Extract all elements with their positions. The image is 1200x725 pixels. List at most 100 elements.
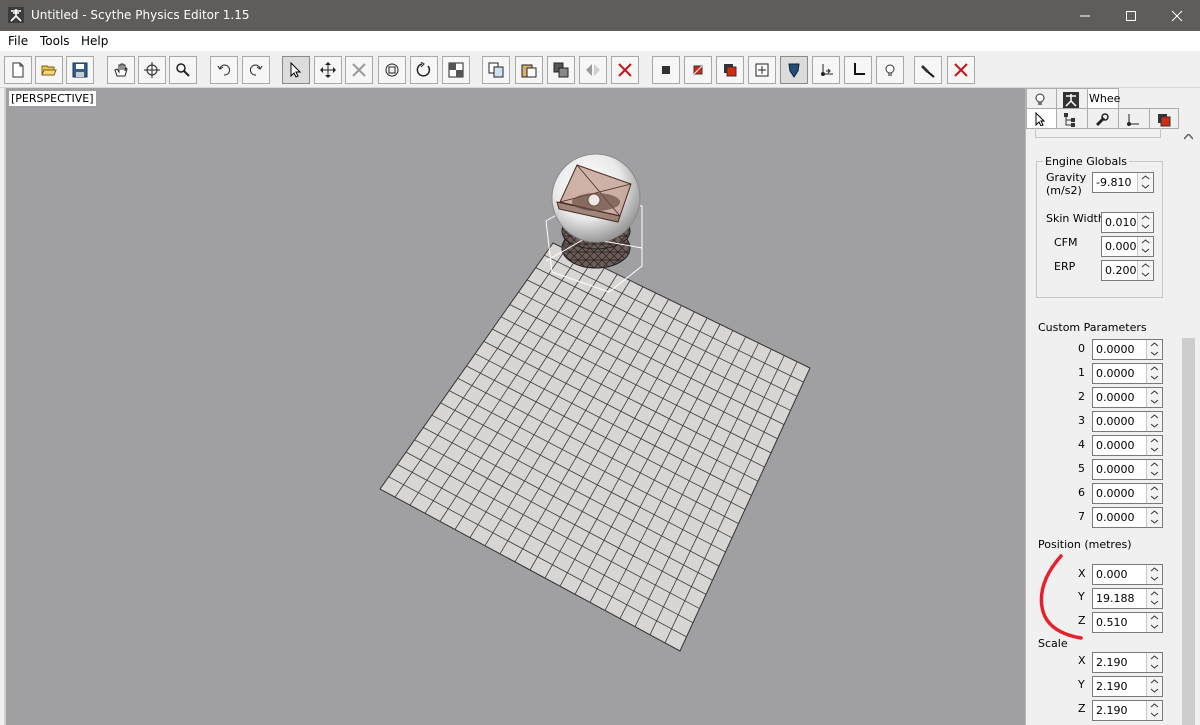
custom-param-field[interactable]: 0.0000 bbox=[1092, 435, 1163, 456]
anchor-tool-button[interactable] bbox=[780, 56, 808, 84]
spin-down-icon[interactable] bbox=[1141, 182, 1150, 191]
position-x-field[interactable]: 0.000 bbox=[1092, 564, 1163, 585]
position-z-field[interactable]: 0.510 bbox=[1092, 612, 1163, 633]
spin-down-icon[interactable] bbox=[1150, 517, 1159, 526]
custom-param-field[interactable]: 0.0000 bbox=[1092, 483, 1163, 504]
scale-y-value[interactable]: 2.190 bbox=[1096, 680, 1128, 693]
spin-down-icon[interactable] bbox=[1150, 397, 1159, 406]
custom-param-value[interactable]: 0.0000 bbox=[1096, 487, 1135, 500]
spin-down-icon[interactable] bbox=[1150, 469, 1159, 478]
move-tool-button[interactable] bbox=[314, 56, 342, 84]
scale-x-spinner[interactable] bbox=[1146, 653, 1162, 672]
custom-param-field[interactable]: 0.0000 bbox=[1092, 411, 1163, 432]
custom-param-field[interactable]: 0.0000 bbox=[1092, 459, 1163, 480]
custom-param-spinner[interactable] bbox=[1146, 508, 1162, 527]
spin-up-icon[interactable] bbox=[1150, 589, 1159, 598]
redo-button[interactable] bbox=[242, 56, 270, 84]
tab-joints[interactable] bbox=[1118, 108, 1150, 129]
spin-up-icon[interactable] bbox=[1150, 565, 1159, 574]
clear-button[interactable] bbox=[947, 56, 975, 84]
open-button[interactable] bbox=[35, 56, 63, 84]
select-tool-button[interactable] bbox=[282, 56, 310, 84]
build-button[interactable] bbox=[914, 56, 942, 84]
custom-param-spinner[interactable] bbox=[1146, 460, 1162, 479]
scene-canvas[interactable] bbox=[6, 88, 1027, 725]
spin-up-icon[interactable] bbox=[1141, 213, 1150, 222]
gravity-spinner[interactable] bbox=[1137, 173, 1153, 192]
scrollbar-thumb[interactable] bbox=[1182, 338, 1195, 725]
custom-param-field[interactable]: 0.0000 bbox=[1092, 363, 1163, 384]
spin-up-icon[interactable] bbox=[1150, 508, 1159, 517]
spin-up-icon[interactable] bbox=[1150, 460, 1159, 469]
spin-up-icon[interactable] bbox=[1150, 677, 1159, 686]
tab-scythe[interactable] bbox=[1056, 88, 1088, 109]
duplicate-button[interactable] bbox=[547, 56, 575, 84]
delete-button[interactable] bbox=[611, 56, 639, 84]
hinge-button[interactable] bbox=[812, 56, 840, 84]
custom-param-value[interactable]: 0.0000 bbox=[1096, 463, 1135, 476]
spin-up-icon[interactable] bbox=[1150, 701, 1159, 710]
gravity-value[interactable]: -9.810 bbox=[1096, 176, 1131, 189]
add-box-button[interactable] bbox=[652, 56, 680, 84]
spin-down-icon[interactable] bbox=[1150, 574, 1159, 583]
custom-param-field[interactable]: 0.0000 bbox=[1092, 387, 1163, 408]
orbit-button[interactable] bbox=[138, 56, 166, 84]
spin-up-icon[interactable] bbox=[1150, 484, 1159, 493]
menu-help[interactable]: Help bbox=[81, 34, 108, 48]
maximize-button[interactable] bbox=[1108, 0, 1154, 31]
rotate-button[interactable] bbox=[410, 56, 438, 84]
copy-button[interactable] bbox=[482, 56, 510, 84]
custom-param-value[interactable]: 0.0000 bbox=[1096, 343, 1135, 356]
spin-down-icon[interactable] bbox=[1141, 246, 1150, 255]
scale-tool-button[interactable] bbox=[345, 56, 373, 84]
add-joint-button[interactable] bbox=[748, 56, 776, 84]
spin-down-icon[interactable] bbox=[1150, 598, 1159, 607]
scale-z-spinner[interactable] bbox=[1146, 701, 1162, 720]
custom-param-spinner[interactable] bbox=[1146, 340, 1162, 359]
gravity-field[interactable]: -9.810 bbox=[1092, 172, 1154, 193]
light-button[interactable] bbox=[876, 56, 904, 84]
spin-up-icon[interactable] bbox=[1150, 388, 1159, 397]
close-button[interactable] bbox=[1154, 0, 1200, 31]
spin-down-icon[interactable] bbox=[1141, 222, 1150, 231]
spin-down-icon[interactable] bbox=[1150, 445, 1159, 454]
spin-up-icon[interactable] bbox=[1150, 340, 1159, 349]
bounds-button[interactable] bbox=[442, 56, 470, 84]
ground-plane[interactable] bbox=[379, 242, 811, 652]
axis-button[interactable] bbox=[844, 56, 872, 84]
scroll-up-icon[interactable] bbox=[1184, 134, 1193, 140]
add-capsule-button[interactable] bbox=[684, 56, 712, 84]
custom-param-value[interactable]: 0.0000 bbox=[1096, 367, 1135, 380]
position-y-value[interactable]: 19.188 bbox=[1096, 592, 1135, 605]
custom-param-field[interactable]: 0.0000 bbox=[1092, 507, 1163, 528]
menu-tools[interactable]: Tools bbox=[40, 34, 70, 48]
custom-param-value[interactable]: 0.0000 bbox=[1096, 439, 1135, 452]
custom-param-value[interactable]: 0.0000 bbox=[1096, 415, 1135, 428]
minimize-button[interactable] bbox=[1062, 0, 1108, 31]
panel-scrollbar[interactable] bbox=[1180, 128, 1197, 725]
custom-param-spinner[interactable] bbox=[1146, 364, 1162, 383]
scale-z-field[interactable]: 2.190 bbox=[1092, 700, 1163, 721]
skin-width-spinner[interactable] bbox=[1137, 213, 1153, 232]
cfm-spinner[interactable] bbox=[1137, 237, 1153, 256]
spin-up-icon[interactable] bbox=[1150, 436, 1159, 445]
position-x-spinner[interactable] bbox=[1146, 565, 1162, 584]
rotate-local-button[interactable] bbox=[378, 56, 406, 84]
position-y-field[interactable]: 19.188 bbox=[1092, 588, 1163, 609]
scale-x-value[interactable]: 2.190 bbox=[1096, 656, 1128, 669]
erp-field[interactable]: 0.200 bbox=[1101, 260, 1154, 281]
erp-spinner[interactable] bbox=[1137, 261, 1153, 280]
spin-down-icon[interactable] bbox=[1150, 493, 1159, 502]
scale-y-spinner[interactable] bbox=[1146, 677, 1162, 696]
position-z-value[interactable]: 0.510 bbox=[1096, 616, 1128, 629]
spin-down-icon[interactable] bbox=[1150, 622, 1159, 631]
spin-up-icon[interactable] bbox=[1150, 412, 1159, 421]
tab-lights[interactable] bbox=[1026, 88, 1057, 109]
perspective-viewport[interactable]: [PERSPECTIVE] bbox=[4, 88, 1025, 725]
save-button[interactable] bbox=[66, 56, 94, 84]
cfm-value[interactable]: 0.000 bbox=[1105, 240, 1137, 253]
paste-button[interactable] bbox=[515, 56, 543, 84]
spin-down-icon[interactable] bbox=[1150, 373, 1159, 382]
custom-param-spinner[interactable] bbox=[1146, 388, 1162, 407]
erp-value[interactable]: 0.200 bbox=[1105, 264, 1137, 277]
